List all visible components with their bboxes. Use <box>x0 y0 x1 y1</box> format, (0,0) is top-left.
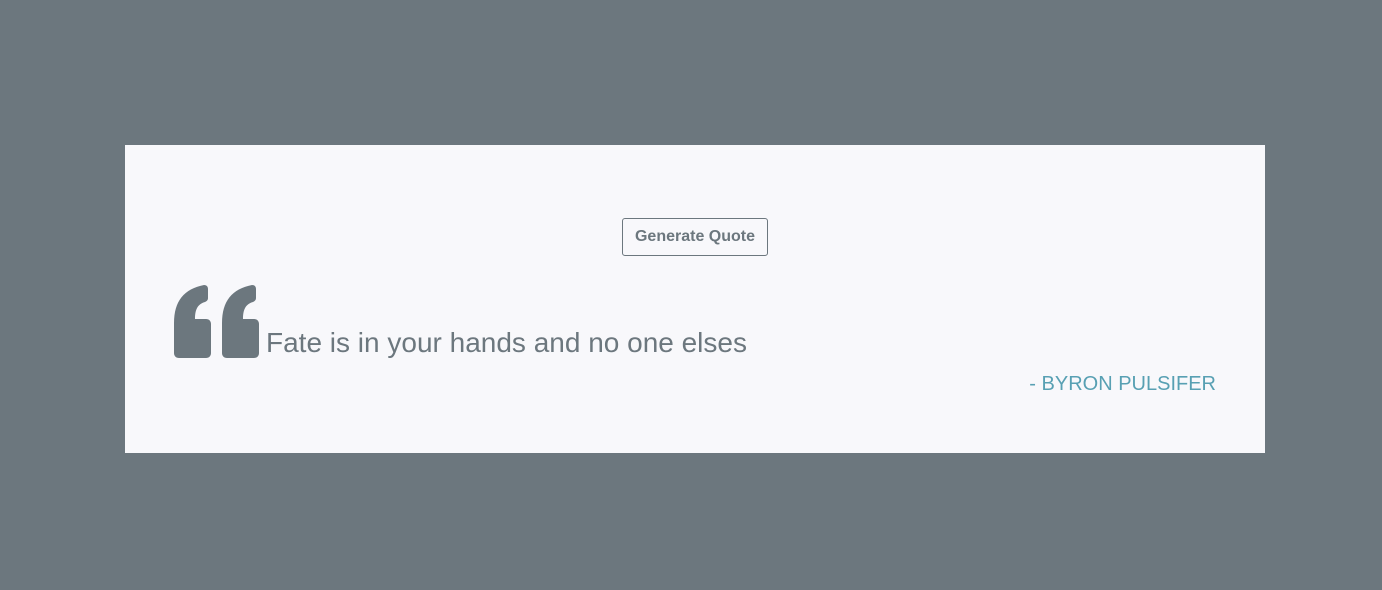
quote-text: Fate is in your hands and no one elses <box>266 327 747 358</box>
quote-author: - BYRON PULSIFER <box>1029 373 1216 395</box>
quote-card: Generate Quote Fate is in your hands and… <box>125 145 1265 453</box>
generate-quote-button[interactable]: Generate Quote <box>622 218 768 256</box>
quote-left-icon <box>174 285 259 358</box>
